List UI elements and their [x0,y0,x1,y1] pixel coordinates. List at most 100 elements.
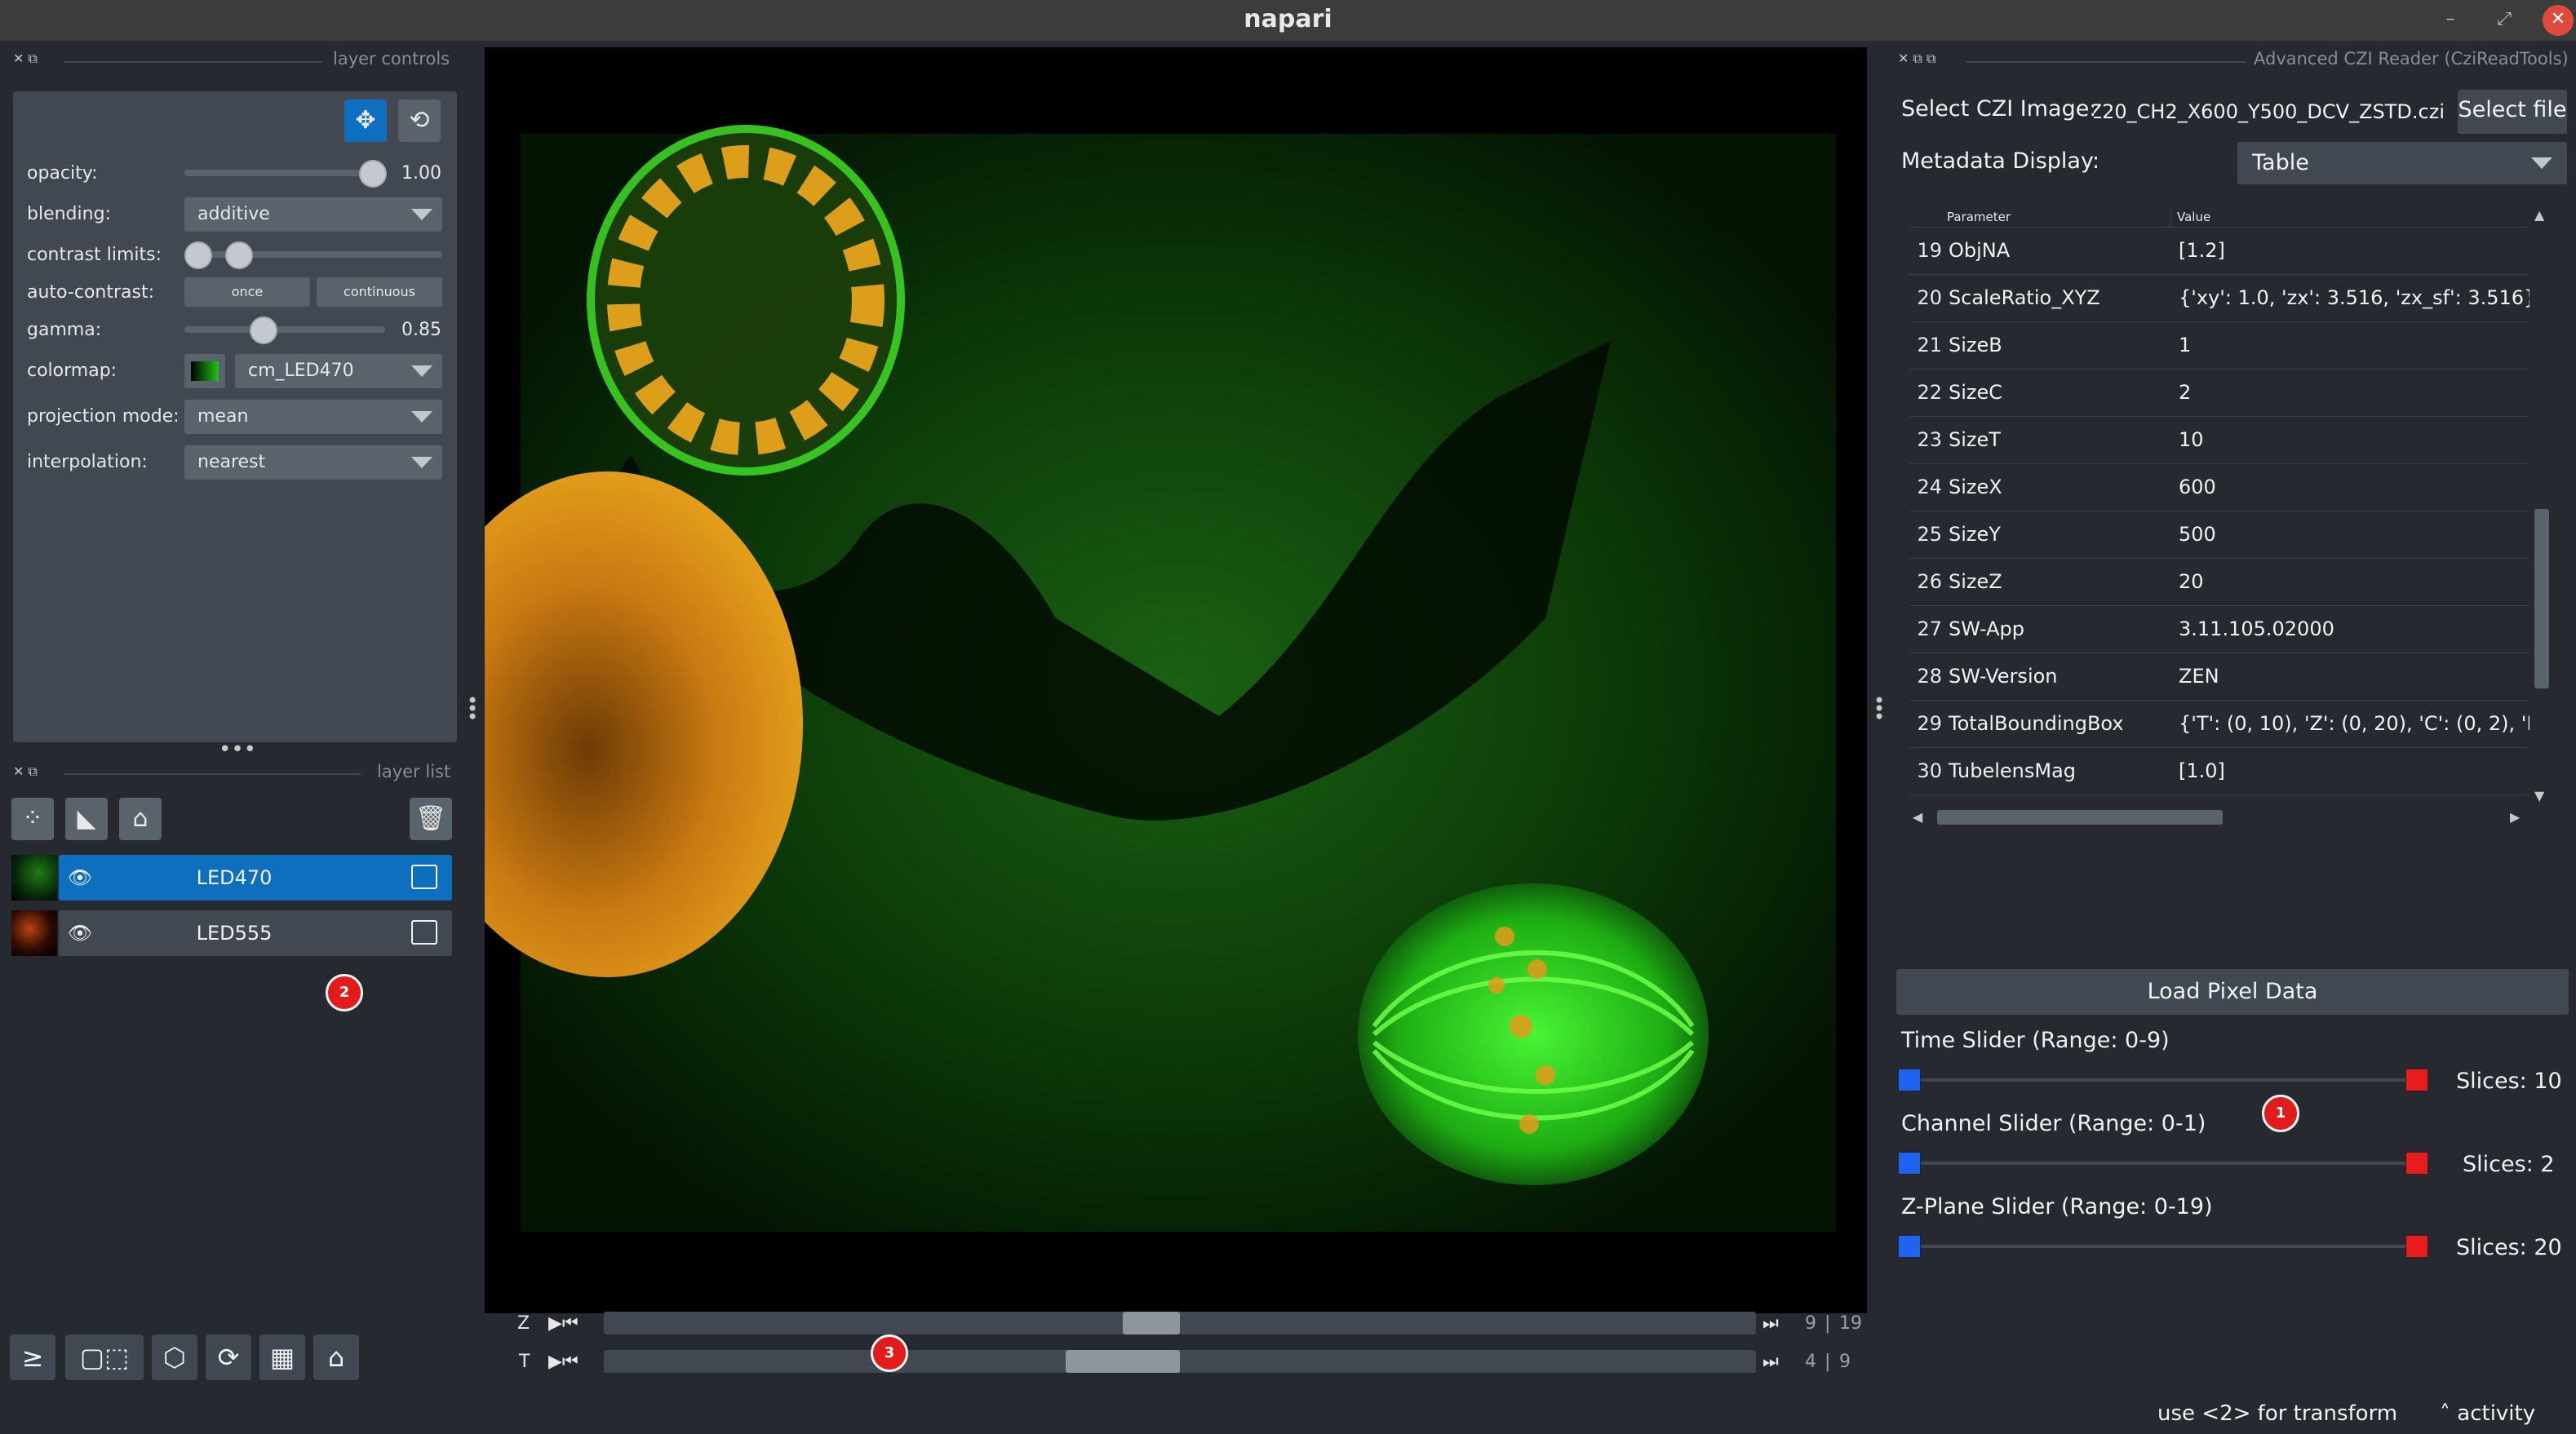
channel-slider-max-handle[interactable] [2405,1152,2428,1175]
opacity-slider-track[interactable] [184,170,380,176]
dim-t-thumb[interactable] [1066,1350,1180,1373]
zplane-slider-max-handle[interactable] [2405,1235,2428,1258]
dock-float-icon[interactable]: ✕ ⧉ [13,51,38,67]
layer-row-led555[interactable]: 👁 LED555 [59,910,452,956]
t-last-frame-icon[interactable]: ⏭ [1762,1352,1779,1372]
right-splitter-handle[interactable]: • • • [1873,691,1885,727]
scroll-down-icon[interactable]: ▼ [2534,788,2544,803]
splitter-handle[interactable]: ••• [219,737,256,762]
row-parameter: SizeT [1949,428,2001,451]
metadata-display-label: Metadata Display: [1901,148,2100,174]
new-labels-layer-icon[interactable]: ⌂ [119,798,162,840]
blending-dropdown[interactable]: additive [184,197,442,232]
table-row[interactable]: 29 TotalBoundingBox {'T': (0, 10), 'Z': (0… [1909,700,2529,748]
dock-separator [1966,61,2246,63]
minimize-icon[interactable]: – [2435,5,2466,36]
table-row[interactable]: 20 ScaleRatio_XYZ {'xy': 1.0, 'zx': 3.516,… [1909,274,2529,322]
row-number: 26 [1917,570,1942,593]
restore-icon[interactable]: ⤢ [2489,5,2520,36]
horizontal-scroll-thumb[interactable] [1937,810,2223,825]
row-value: 1 [2179,334,2192,356]
time-slider-min-handle[interactable] [1898,1069,1921,1091]
scroll-left-icon[interactable]: ◀ [1913,809,1922,825]
home-icon[interactable]: ⌂ [313,1334,359,1380]
table-row[interactable]: 21 SizeB 1 [1909,321,2529,370]
dim-z-thumb[interactable] [1123,1312,1180,1334]
blending-value: additive [197,204,270,224]
metadata-table[interactable]: 19 ObjNA [1.2] 20 ScaleRatio_XYZ {'xy': 1.0,… [1909,227,2529,801]
row-parameter: SW-App [1949,617,2025,640]
activity-toggle[interactable]: ˄ activity [2440,1401,2535,1426]
row-parameter: SizeC [1949,381,2003,404]
time-slider-max-handle[interactable] [2405,1069,2428,1091]
image-canvas[interactable] [485,47,1867,1313]
transform-icon[interactable]: ⟲ [398,100,441,142]
dock-close-icon[interactable]: ✕ ⧉ ⧉ [1898,51,1935,67]
opacity-slider-handle[interactable] [359,160,387,188]
row-value: 500 [2179,523,2216,546]
close-window-button[interactable]: ✕ [2543,5,2574,36]
delete-layer-icon[interactable]: 🗑 [410,798,452,840]
projection-mode-dropdown[interactable]: mean [184,400,442,434]
ndisplay-toggle-icon[interactable]: ▢⬚ [65,1334,144,1380]
table-row[interactable]: 28 SW-Version ZEN [1909,653,2529,701]
horizontal-scrollbar[interactable]: ◀ ▶ [1909,808,2529,827]
zplane-slider-min-handle[interactable] [1898,1235,1921,1258]
grid-view-icon[interactable]: ▦ [259,1334,305,1380]
zplane-slider-track[interactable] [1908,1245,2412,1248]
auto-contrast-continuous-button[interactable]: continuous [317,277,442,307]
table-row[interactable]: 25 SizeY 500 [1909,511,2529,559]
time-slider-track[interactable] [1908,1078,2412,1082]
channel-slider-min-handle[interactable] [1898,1152,1921,1175]
scroll-right-icon[interactable]: ▶ [2510,809,2520,825]
dock-float-icon[interactable]: ✕ ⧉ [13,763,38,780]
table-row[interactable]: 27 SW-App 3.11.105.02000 [1909,605,2529,653]
transpose-icon[interactable]: ⟳ [206,1334,251,1380]
layer-row-led470[interactable]: 👁 LED470 [59,855,452,901]
row-parameter: SW-Version [1949,665,2058,688]
dim-z-track[interactable] [604,1312,1756,1334]
scroll-up-icon[interactable]: ▲ [2534,207,2544,223]
table-row[interactable]: 23 SizeT 10 [1909,416,2529,464]
table-row[interactable]: 26 SizeZ 20 [1909,558,2529,606]
annotation-badge-2: 2 [326,974,363,1011]
contrast-min-handle[interactable] [184,241,212,269]
dim-t-track[interactable] [604,1350,1756,1373]
channel-slider-track[interactable] [1908,1162,2412,1165]
gamma-slider-handle[interactable] [250,316,277,344]
play-z-icon[interactable]: ▶⏮ [548,1313,579,1334]
select-file-button[interactable]: Select file [2458,90,2567,134]
gamma-slider-track[interactable] [184,326,385,333]
interpolation-dropdown[interactable]: nearest [184,445,442,480]
table-row[interactable]: 22 SizeC 2 [1909,369,2529,417]
row-parameter: TubelensMag [1949,759,2077,782]
load-pixel-data-button[interactable]: Load Pixel Data [1896,969,2569,1015]
colormap-swatch-box[interactable] [184,354,225,388]
roll-dims-icon[interactable]: ⬡ [152,1334,197,1380]
play-t-icon[interactable]: ▶⏮ [548,1352,579,1372]
visibility-eye-icon[interactable]: 👁 [67,920,93,946]
table-row[interactable]: 19 ObjNA [1.2] [1909,227,2529,275]
filename-value: 1_T10_Z20_CH2_X600_Y500_DCV_ZSTD.czi [2094,100,2445,123]
visibility-eye-icon[interactable]: 👁 [67,865,93,891]
left-splitter-handle[interactable]: • • • [467,691,478,727]
z-last-frame-icon[interactable]: ⏭ [1762,1313,1779,1334]
filename-field[interactable]: 1_T10_Z20_CH2_X600_Y500_DCV_ZSTD.czi [2094,90,2445,134]
console-icon[interactable]: ≥ [10,1334,55,1380]
pan-zoom-icon[interactable]: ✥ [344,100,387,142]
contrast-limits-label: contrast limits: [27,245,162,265]
vertical-scrollbar[interactable]: ▲ ▼ [2533,207,2551,806]
colormap-dropdown[interactable]: cm_LED470 [235,354,442,388]
zplane-slider-label: Z-Plane Slider (Range: 0-19) [1901,1194,2213,1219]
vertical-scroll-thumb[interactable] [2534,509,2549,688]
new-shapes-layer-icon[interactable]: ◣ [65,798,108,840]
dim-z-separator: | [1824,1313,1831,1334]
contrast-range-track[interactable] [184,251,442,258]
new-points-layer-icon[interactable]: ⁘ [11,798,54,840]
table-row[interactable]: 24 SizeX 600 [1909,463,2529,511]
metadata-display-dropdown[interactable]: Table [2237,142,2567,184]
header-divider [2170,207,2171,227]
contrast-max-handle[interactable] [225,241,253,269]
table-row[interactable]: 30 TubelensMag [1.0] [1909,747,2529,795]
auto-contrast-once-button[interactable]: once [184,277,310,307]
